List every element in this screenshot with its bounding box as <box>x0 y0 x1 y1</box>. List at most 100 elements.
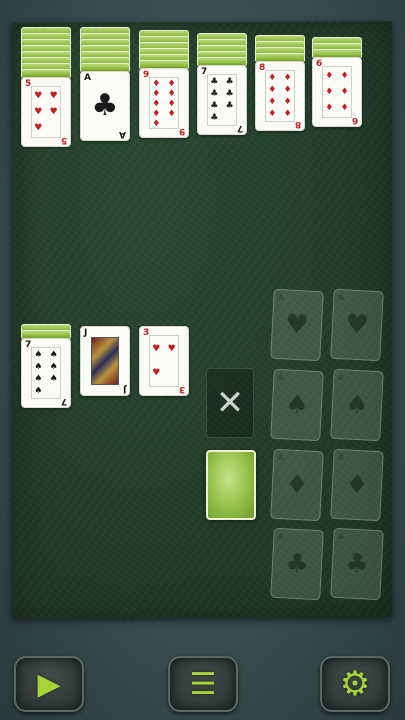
card-rank-bottom: 6 <box>351 115 358 125</box>
card-rank-bottom: 5 <box>60 135 67 145</box>
playing-card[interactable]: 9 9 ♦ ♦ ♦ ♦ ♦ ♦ ♦ ♦ ♦ <box>139 68 189 138</box>
foundation-rank: A <box>278 372 285 383</box>
suit-pip-icon: ♦ <box>152 89 161 99</box>
foundation-slot[interactable]: A ♦ <box>270 448 324 522</box>
suit-pip-icon: ♦ <box>340 103 349 113</box>
foundation-slot[interactable]: A ♠ <box>330 368 384 442</box>
card-rank-bottom: 3 <box>178 384 185 394</box>
suit-pip-icon: ♦ <box>268 85 277 95</box>
foundation-rank: A <box>278 531 285 542</box>
menu-button[interactable]: ☰ <box>168 656 238 712</box>
playing-card[interactable]: 5 5 ♥ ♥ ♥ ♥ ♥ <box>21 77 71 147</box>
foundation-slot[interactable]: A ♣ <box>330 527 384 601</box>
card-suit-icon: ♣ <box>91 88 119 123</box>
foundation-suit-icon: ♠ <box>344 389 370 421</box>
playing-card[interactable]: 7 7 ♣ ♣ ♣ ♣ ♣ ♣ ♣ <box>197 65 247 135</box>
card-rank: A <box>84 73 91 83</box>
suit-pip-icon: ♦ <box>325 103 334 113</box>
suit-pip-icon: ♦ <box>283 73 292 83</box>
card-rank-bottom: 9 <box>178 126 185 136</box>
foundation-slot[interactable]: A ♣ <box>270 527 324 601</box>
playing-card[interactable]: 6 6 ♦ ♦ ♦ ♦ ♦ ♦ <box>312 57 362 127</box>
foundation-suit-icon: ♦ <box>344 469 370 501</box>
playing-card[interactable]: 8 8 ♦ ♦ ♦ ♦ ♦ ♦ ♦ ♦ <box>255 61 305 131</box>
playing-card[interactable]: A A ♣ <box>80 71 130 141</box>
tableau-column[interactable]: 7 7 ♠ ♠ ♠ ♠ ♠ ♠ ♠ <box>21 324 71 474</box>
foundation-rank: A <box>338 452 345 463</box>
tableau-column[interactable]: 3 3 ♥ ♥ ♥ <box>139 324 189 474</box>
card-pips: ♦ ♦ ♦ ♦ ♦ ♦ ♦ ♦ ♦ <box>150 79 178 129</box>
suit-pip-icon: ♦ <box>325 71 334 81</box>
foundation-rank: A <box>338 292 345 303</box>
suit-pip-icon: ♣ <box>210 89 219 99</box>
tableau-column[interactable]: 8 8 ♦ ♦ ♦ ♦ ♦ ♦ ♦ ♦ <box>255 35 305 185</box>
suit-pip-icon: ♦ <box>152 79 161 89</box>
suit-pip-icon: ♣ <box>225 89 234 99</box>
suit-pip-icon: ♥ <box>34 91 43 101</box>
card-pips: ♠ ♠ ♠ ♠ ♠ ♠ ♠ <box>32 349 60 397</box>
suit-pip-icon: ♦ <box>268 73 277 83</box>
suit-pip-icon: ♠ <box>49 350 58 360</box>
tableau-column[interactable]: 9 9 ♦ ♦ ♦ ♦ ♦ ♦ ♦ ♦ ♦ <box>139 30 189 180</box>
suit-pip-icon: ♦ <box>268 97 277 107</box>
tableau-column[interactable]: 5 5 ♥ ♥ ♥ ♥ ♥ <box>21 27 71 177</box>
foundation-slot[interactable]: A ♥ <box>270 288 324 362</box>
settings-button[interactable]: ⚙ <box>320 656 390 712</box>
suit-pip-icon: ♥ <box>49 91 58 101</box>
suit-pip-icon: ♠ <box>34 374 43 384</box>
card-rank: J <box>84 328 88 338</box>
menu-icon: ☰ <box>189 666 217 702</box>
suit-pip-icon: ♣ <box>210 101 219 111</box>
suit-pip-icon: ♥ <box>167 344 176 354</box>
playing-card[interactable]: JJ <box>80 326 130 396</box>
foundation-slot[interactable]: A ♠ <box>270 368 324 442</box>
stock-empty-slot[interactable]: ✕ <box>206 368 254 438</box>
playing-card[interactable]: 7 7 ♠ ♠ ♠ ♠ ♠ ♠ ♠ <box>21 338 71 408</box>
foundation-slot[interactable]: A ♦ <box>330 448 384 522</box>
foundation-slot[interactable]: A ♥ <box>330 288 384 362</box>
suit-pip-icon: ♥ <box>152 344 161 354</box>
foundation-suit-icon: ♣ <box>284 548 310 580</box>
suit-pip-icon: ♦ <box>340 71 349 81</box>
suit-pip-icon: ♥ <box>34 107 43 117</box>
foundation-rank: A <box>278 452 285 463</box>
suit-pip-icon: ♠ <box>49 362 58 372</box>
suit-pip-icon: ♥ <box>152 368 161 378</box>
suit-pip-icon: ♦ <box>167 99 176 109</box>
suit-pip-icon: ♣ <box>210 77 219 87</box>
tableau-column[interactable]: 7 7 ♣ ♣ ♣ ♣ ♣ ♣ ♣ <box>197 33 247 183</box>
jack-face-art <box>91 337 119 385</box>
foundation-rank: A <box>338 531 345 542</box>
suit-pip-icon: ♠ <box>34 350 43 360</box>
suit-pip-icon: ♦ <box>283 85 292 95</box>
foundation-suit-icon: ♥ <box>284 309 310 341</box>
suit-pip-icon: ♦ <box>167 89 176 99</box>
card-rank-bottom: 8 <box>294 119 301 129</box>
stock-pile[interactable] <box>206 450 256 520</box>
suit-pip-icon: ♣ <box>210 113 219 123</box>
card-rank-bottom: 7 <box>236 123 243 133</box>
play-icon: ▶ <box>37 666 61 702</box>
suit-pip-icon: ♦ <box>283 109 292 119</box>
suit-pip-icon: ♦ <box>340 87 349 97</box>
suit-pip-icon: ♠ <box>34 362 43 372</box>
play-button[interactable]: ▶ <box>14 656 84 712</box>
close-icon: ✕ <box>215 383 245 423</box>
suit-pip-icon: ♦ <box>268 109 277 119</box>
card-pips: ♥ ♥ ♥ ♥ ♥ <box>32 88 60 136</box>
gear-icon: ⚙ <box>339 664 371 704</box>
card-pips: ♦ ♦ ♦ ♦ ♦ ♦ <box>323 68 351 116</box>
foundation-rank: A <box>338 372 345 383</box>
card-rank-bottom: A <box>119 129 126 139</box>
tableau-column[interactable]: 6 6 ♦ ♦ ♦ ♦ ♦ ♦ <box>312 37 362 187</box>
playing-card[interactable]: 3 3 ♥ ♥ ♥ <box>139 326 189 396</box>
tableau-column[interactable]: A A ♣ <box>80 27 130 177</box>
suit-pip-icon: ♦ <box>167 79 176 89</box>
suit-pip-icon: ♦ <box>152 99 161 109</box>
suit-pip-icon: ♦ <box>152 119 161 129</box>
foundation-suit-icon: ♥ <box>344 309 370 341</box>
foundation-suit-icon: ♦ <box>284 469 310 501</box>
suit-pip-icon: ♦ <box>152 109 161 119</box>
suit-pip-icon: ♠ <box>49 374 58 384</box>
tableau-column[interactable]: JJ <box>80 324 130 474</box>
